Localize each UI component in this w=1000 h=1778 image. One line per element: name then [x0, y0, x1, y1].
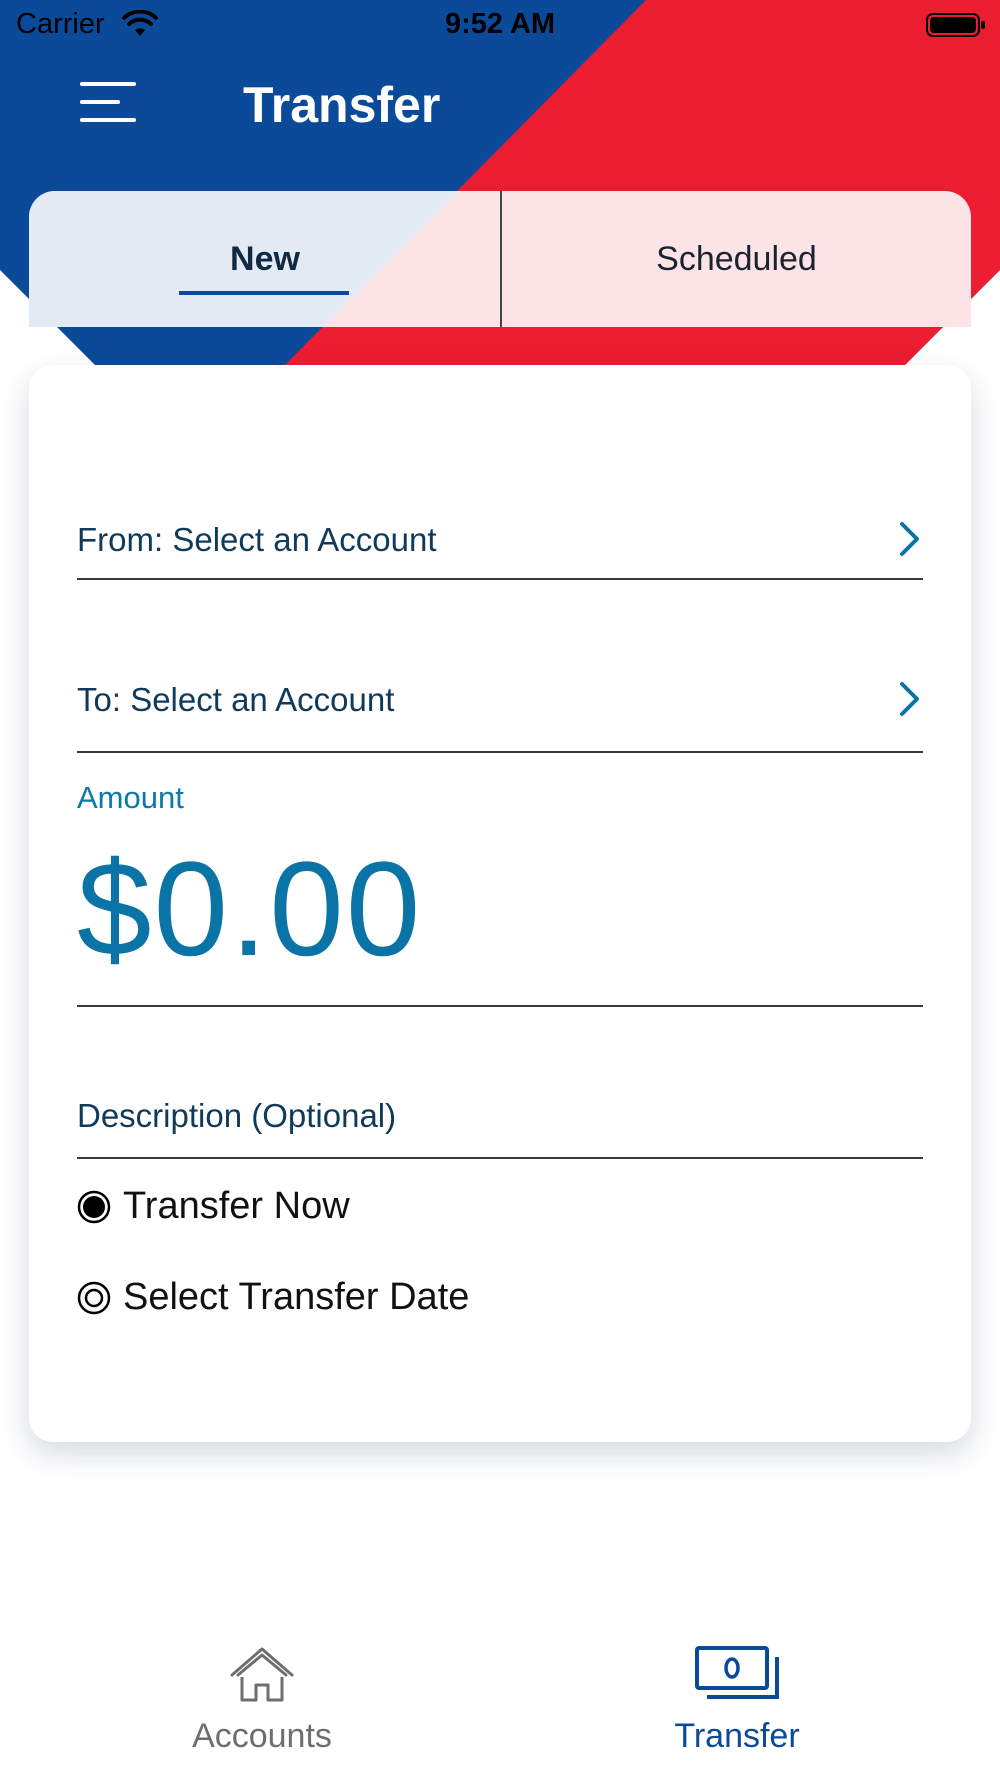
- chevron-right-icon: [900, 682, 919, 716]
- tabbar-accounts-label: Accounts: [192, 1717, 332, 1755]
- chevron-right-icon: [900, 522, 919, 556]
- transfer-now-label: Transfer Now: [123, 1185, 350, 1227]
- amount-input[interactable]: $0.00: [77, 843, 422, 977]
- tab-scheduled-label: Scheduled: [656, 239, 817, 278]
- tabbar-transfer-label: Transfer: [674, 1717, 800, 1755]
- description-input[interactable]: Description (Optional): [77, 1097, 396, 1135]
- status-bar: Carrier 9:52 AM: [0, 0, 1000, 52]
- from-account-label: From: Select an Account: [77, 521, 437, 558]
- home-icon: [230, 1647, 294, 1702]
- transfer-form-card: From: Select an Account To: Select an Ac…: [29, 365, 971, 1442]
- tabbar-accounts[interactable]: Accounts: [112, 1645, 412, 1765]
- status-time: 9:52 AM: [444, 8, 556, 40]
- to-account-underline: [77, 751, 923, 753]
- transfer-now-option[interactable]: Transfer Now: [77, 1185, 350, 1228]
- amount-underline: [77, 1005, 923, 1007]
- select-transfer-date-option[interactable]: Select Transfer Date: [77, 1276, 469, 1319]
- to-account-label: To: Select an Account: [77, 681, 395, 718]
- amount-label: Amount: [77, 780, 184, 815]
- description-underline: [77, 1157, 923, 1159]
- tab-scheduled[interactable]: Scheduled: [502, 191, 971, 327]
- select-transfer-date-label: Select Transfer Date: [123, 1276, 470, 1318]
- page-title: Transfer: [243, 77, 441, 133]
- menu-button[interactable]: [78, 80, 138, 124]
- tab-new-label: New: [230, 239, 300, 278]
- from-account-selector[interactable]: From: Select an Account: [77, 515, 923, 565]
- radio-unselected-icon: [77, 1281, 111, 1314]
- segmented-control: New Scheduled: [29, 191, 971, 327]
- money-transfer-icon: [695, 1646, 779, 1699]
- tabbar-transfer[interactable]: Transfer: [587, 1645, 887, 1765]
- to-account-selector[interactable]: To: Select an Account: [77, 675, 923, 725]
- battery-icon: [926, 13, 985, 37]
- radio-selected-icon: [77, 1190, 111, 1223]
- from-account-underline: [77, 578, 923, 580]
- hamburger-menu-icon: [80, 82, 136, 122]
- tab-selected-indicator: [179, 291, 349, 295]
- tab-new[interactable]: New: [29, 191, 501, 327]
